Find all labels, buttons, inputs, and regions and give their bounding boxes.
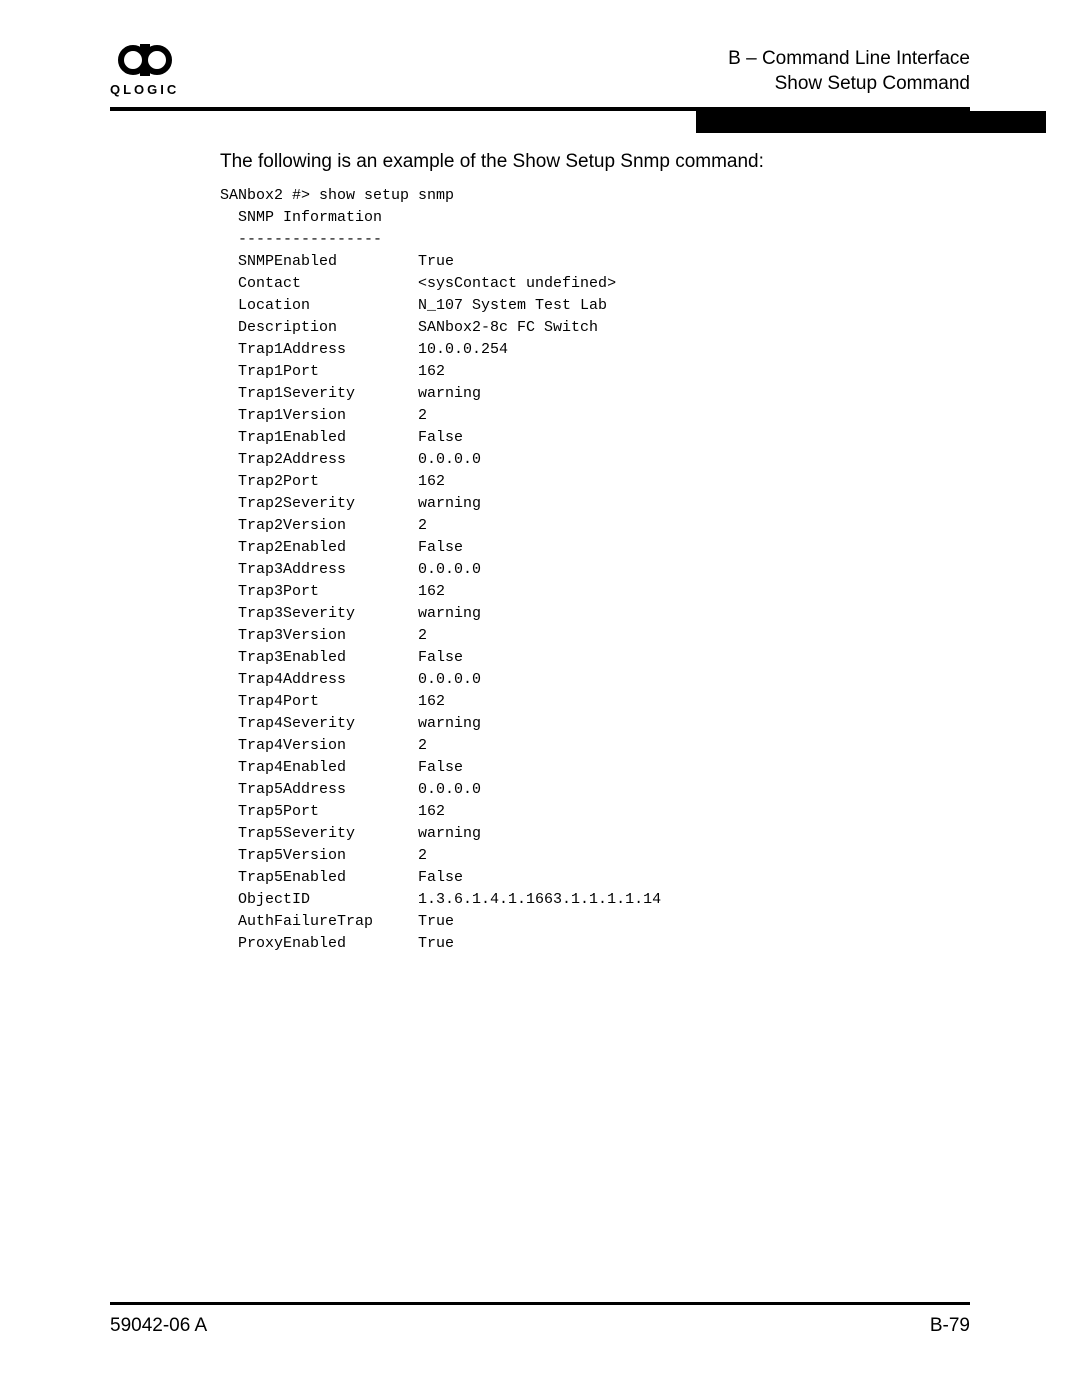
header-line1: B – Command Line Interface	[728, 46, 970, 72]
intro-text: The following is an example of the Show …	[110, 151, 970, 173]
header-title: B – Command Line Interface Show Setup Co…	[728, 46, 970, 97]
qlogic-icon	[116, 40, 174, 80]
header-black-tab	[696, 111, 1046, 133]
page-header: QLOGIC B – Command Line Interface Show S…	[110, 40, 970, 103]
brand-text: QLOGIC	[110, 82, 179, 97]
footer-doc-id: 59042-06 A	[110, 1315, 207, 1337]
code-block: SANbox2 #> show setup snmp SNMP Informat…	[110, 185, 970, 955]
brand-logo: QLOGIC	[110, 40, 179, 97]
footer-page-number: B-79	[930, 1315, 970, 1337]
header-line2: Show Setup Command	[728, 71, 970, 97]
page-footer: 59042-06 A B-79	[110, 1302, 970, 1337]
footer-rule	[110, 1302, 970, 1305]
